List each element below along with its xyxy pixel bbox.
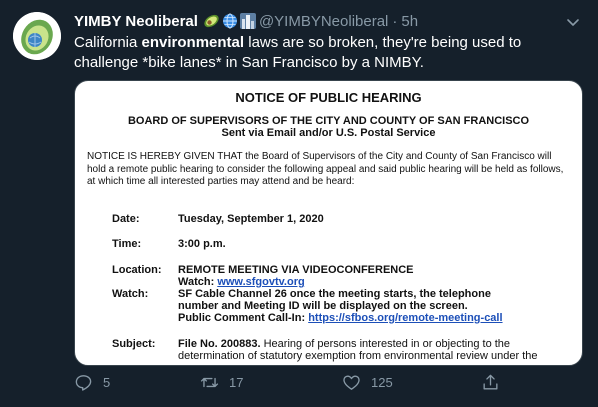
share-icon xyxy=(483,374,498,390)
globe-icon xyxy=(222,13,237,29)
like-button[interactable]: 125 xyxy=(342,373,393,392)
call-in-link: https://sfbos.org/remote-meeting-call xyxy=(308,312,503,324)
retweet-button[interactable]: 17 xyxy=(200,373,243,392)
time-label: Time: xyxy=(112,238,142,250)
watch-line4: Public Comment Call-In: https://sfbos.or… xyxy=(178,312,503,324)
subject-line2: determination of statutory exemption fro… xyxy=(178,350,538,362)
tweet-text: California environmental laws are so bro… xyxy=(74,33,574,73)
watch-label: Watch: xyxy=(112,288,149,300)
watch-prefix: Watch: xyxy=(178,276,218,288)
time-value: 3:00 p.m. xyxy=(178,238,226,250)
date-label: Date: xyxy=(112,213,140,225)
sfgovtv-link: www.sfgovtv.org xyxy=(217,276,305,288)
reply-count: 5 xyxy=(103,375,111,390)
reply-icon xyxy=(75,375,92,391)
retweet-icon xyxy=(200,377,219,388)
location-label: Location: xyxy=(112,264,162,276)
tweet-actions: 5 17 125 xyxy=(74,373,514,397)
date-value: Tuesday, September 1, 2020 xyxy=(178,213,324,225)
avatar[interactable] xyxy=(13,12,61,60)
separator-dot: · xyxy=(392,12,398,30)
hearing-notice-document: NOTICE OF PUBLIC HEARING BOARD OF SUPERV… xyxy=(75,81,582,365)
tweet[interactable]: YIMBY Neoliberal @YIMBYNeoliberal · 5h C… xyxy=(0,0,598,407)
heart-icon xyxy=(343,375,360,390)
document-sent: Sent via Email and/or U.S. Postal Servic… xyxy=(221,127,436,139)
author-name[interactable]: YIMBY Neoliberal xyxy=(74,13,198,30)
document-notice: NOTICE IS HEREBY GIVEN THAT the Board of… xyxy=(87,151,564,187)
share-button[interactable] xyxy=(481,373,510,392)
watch-line2: SF Cable Channel 26 once the meeting sta… xyxy=(178,288,491,300)
subject-label: Subject: xyxy=(112,338,156,350)
cityscape-icon xyxy=(239,13,256,29)
tweet-image[interactable]: NOTICE OF PUBLIC HEARING BOARD OF SUPERV… xyxy=(74,80,583,366)
subject-line1: File No. 200883. Hearing of persons inte… xyxy=(178,338,510,350)
retweet-count: 17 xyxy=(229,375,244,390)
author-emojis xyxy=(203,13,256,29)
chevron-down-icon[interactable] xyxy=(564,13,582,31)
author-handle[interactable]: @YIMBYNeoliberal xyxy=(259,13,388,30)
location-value: REMOTE MEETING VIA VIDEOCONFERENCE xyxy=(178,264,414,276)
subject-line1-rest: Hearing of persons interested in or obje… xyxy=(260,338,511,350)
watch-line1: Watch: www.sfgovtv.org xyxy=(178,276,305,288)
watch-line3: number and Meeting ID will be displayed … xyxy=(178,300,468,312)
tweet-header: YIMBY Neoliberal @YIMBYNeoliberal · 5h xyxy=(74,11,418,31)
subject-file: File No. 200883. xyxy=(178,338,261,350)
avatar-logo-icon xyxy=(13,12,61,60)
avocado-icon xyxy=(204,14,219,28)
document-board: BOARD OF SUPERVISORS OF THE CITY AND COU… xyxy=(127,115,530,127)
tweet-text-bold: environmental xyxy=(141,34,245,51)
like-count: 125 xyxy=(371,375,393,390)
reply-button[interactable]: 5 xyxy=(74,373,110,392)
tweet-timestamp[interactable]: 5h xyxy=(401,13,418,30)
document-title: NOTICE OF PUBLIC HEARING xyxy=(235,90,422,105)
tweet-text-part1: California xyxy=(74,34,142,51)
call-in-prefix: Public Comment Call-In: xyxy=(178,312,309,324)
